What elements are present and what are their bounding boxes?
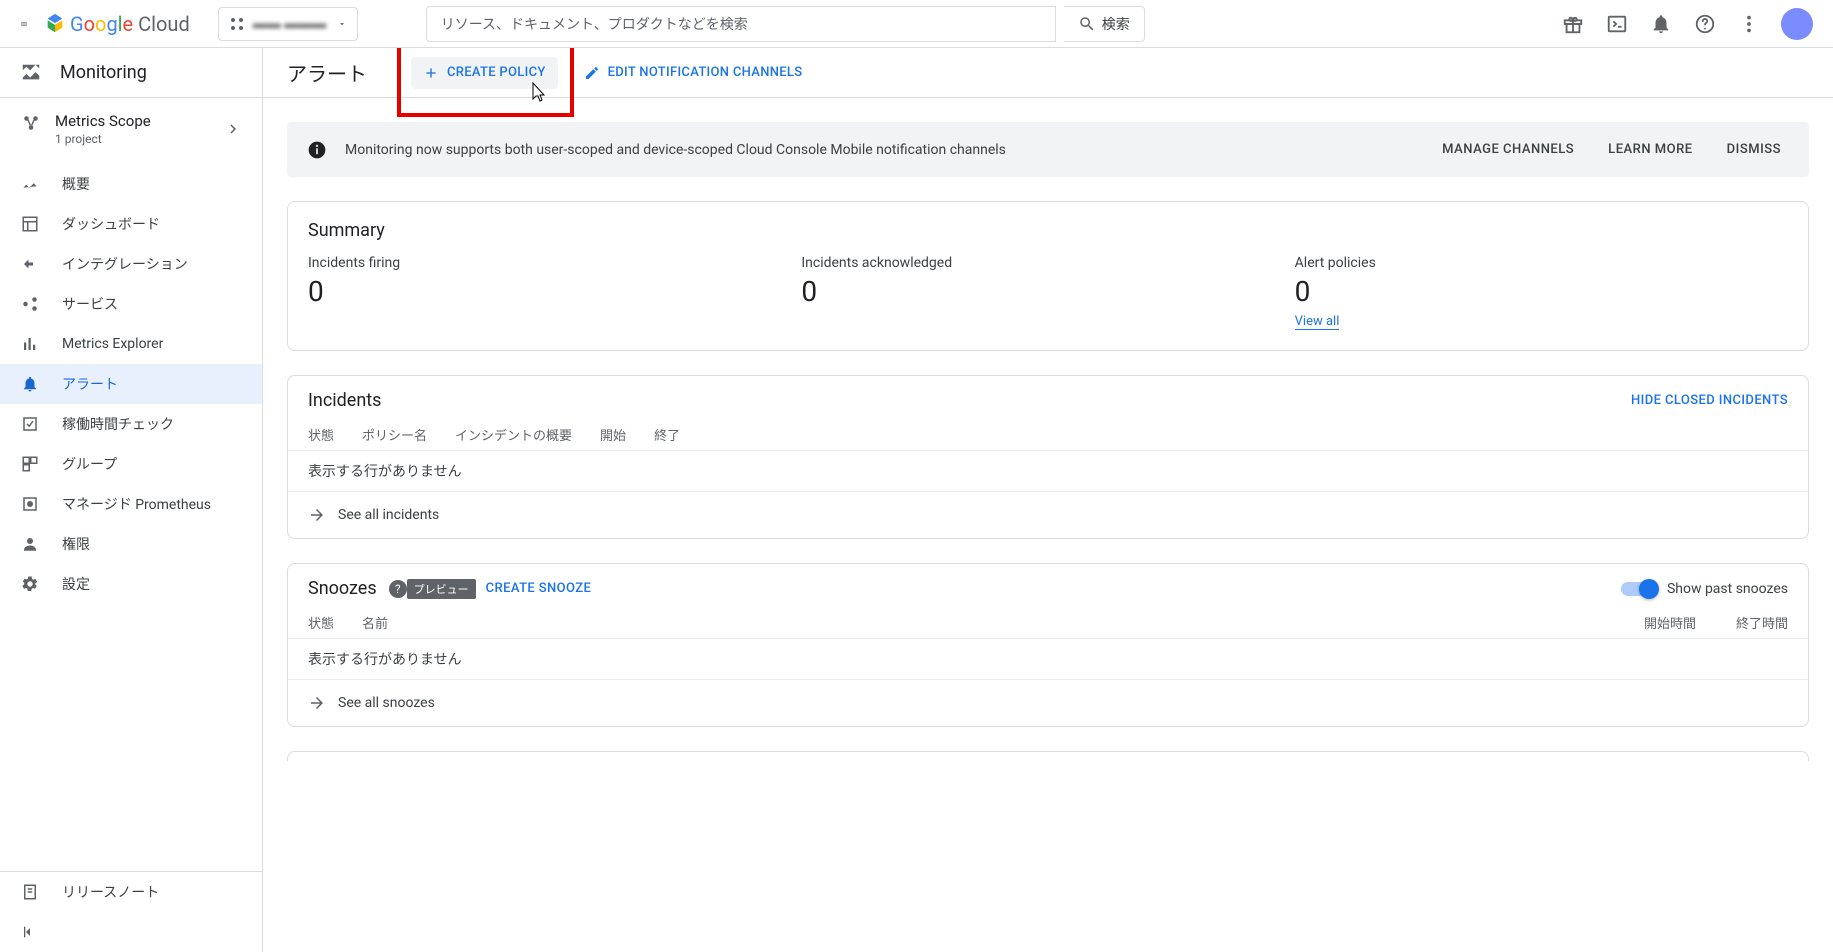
incidents-empty: 表示する行がありません xyxy=(288,451,1808,491)
incidents-card: Incidents HIDE CLOSED INCIDENTS 状態 ポリシー名… xyxy=(287,375,1809,539)
summary-title: Summary xyxy=(288,202,1808,245)
sidebar-item-permissions[interactable]: 権限 xyxy=(0,524,262,564)
services-icon xyxy=(20,295,40,313)
notes-icon xyxy=(20,883,40,901)
page-title: アラート xyxy=(287,58,367,87)
sidebar-item-alerts[interactable]: アラート xyxy=(0,364,262,404)
gift-icon[interactable] xyxy=(1561,12,1585,36)
partial-card xyxy=(287,751,1809,761)
learn-more-link[interactable]: LEARN MORE xyxy=(1600,136,1700,163)
scope-subtitle: 1 project xyxy=(55,132,151,146)
info-icon xyxy=(307,140,327,160)
manage-channels-link[interactable]: MANAGE CHANNELS xyxy=(1434,136,1582,163)
sidebar-item-uptime[interactable]: 稼働時間チェック xyxy=(0,404,262,444)
product-title: Monitoring xyxy=(0,48,262,98)
bell-icon[interactable] xyxy=(1649,12,1673,36)
see-all-incidents[interactable]: See all incidents xyxy=(288,491,1808,538)
search-placeholder: リソース、ドキュメント、プロダクトなどを検索 xyxy=(441,14,748,34)
more-icon[interactable] xyxy=(1737,12,1761,36)
sidebar-item-services[interactable]: サービス xyxy=(0,284,262,324)
incidents-columns: 状態 ポリシー名 インシデントの概要 開始 終了 xyxy=(288,415,1808,451)
sidebar-item-dashboard[interactable]: ダッシュボード xyxy=(0,204,262,244)
prometheus-icon xyxy=(20,495,40,513)
bell-icon xyxy=(20,375,40,393)
edit-channels-button[interactable]: EDIT NOTIFICATION CHANNELS xyxy=(572,57,815,89)
show-past-toggle[interactable] xyxy=(1621,582,1657,596)
create-snooze-button[interactable]: CREATE SNOOZE xyxy=(486,581,592,596)
summary-card: Summary Incidents firing 0 Incidents ack… xyxy=(287,201,1809,351)
snoozes-card: Snoozes ? プレビュー CREATE SNOOZE Show past … xyxy=(287,563,1809,727)
sidebar: Monitoring Metrics Scope 1 project 概要 ダッ… xyxy=(0,48,263,952)
view-all-link[interactable]: View all xyxy=(1295,314,1340,330)
dashboard-icon xyxy=(20,215,40,233)
sidebar-item-release-notes[interactable]: リリースノート xyxy=(0,872,262,912)
preview-badge: プレビュー xyxy=(407,579,476,599)
gear-icon xyxy=(20,575,40,593)
person-icon xyxy=(20,535,40,553)
help-icon[interactable] xyxy=(1693,12,1717,36)
content-header: アラート CREATE POLICY EDIT NOTIFICATION CHA… xyxy=(263,48,1833,98)
top-header: Google Cloud ▬▬ ▬▬▬ リソース、ドキュメント、プロダクトなどを… xyxy=(0,0,1833,48)
search-button[interactable]: 検索 xyxy=(1064,6,1145,42)
help-icon[interactable]: ? xyxy=(389,580,407,598)
sidebar-item-overview[interactable]: 概要 xyxy=(0,164,262,204)
cloud-shell-icon[interactable] xyxy=(1605,12,1629,36)
avatar[interactable] xyxy=(1781,8,1813,40)
metrics-scope[interactable]: Metrics Scope 1 project xyxy=(0,98,262,160)
bar-chart-icon xyxy=(20,335,40,353)
info-banner: Monitoring now supports both user-scoped… xyxy=(287,122,1809,177)
incidents-title: Incidents xyxy=(308,390,381,411)
dismiss-button[interactable]: DISMISS xyxy=(1719,136,1789,163)
sidebar-item-settings[interactable]: 設定 xyxy=(0,564,262,604)
sidebar-item-prometheus[interactable]: マネージド Prometheus xyxy=(0,484,262,524)
sidebar-item-integration[interactable]: インテグレーション xyxy=(0,244,262,284)
content: アラート CREATE POLICY EDIT NOTIFICATION CHA… xyxy=(263,48,1833,952)
create-policy-button[interactable]: CREATE POLICY xyxy=(411,57,558,89)
sidebar-item-metrics-explorer[interactable]: Metrics Explorer xyxy=(0,324,262,364)
menu-icon[interactable] xyxy=(12,12,36,36)
incidents-firing: Incidents firing 0 xyxy=(308,245,801,330)
alert-policies: Alert policies 0 View all xyxy=(1295,245,1788,330)
header-icons xyxy=(1561,8,1813,40)
integration-icon xyxy=(20,255,40,273)
show-past-label: Show past snoozes xyxy=(1667,581,1788,597)
see-all-snoozes[interactable]: See all snoozes xyxy=(288,679,1808,726)
collapse-sidebar[interactable] xyxy=(0,912,262,952)
chart-icon xyxy=(20,175,40,193)
snoozes-title: Snoozes xyxy=(308,578,377,599)
snoozes-empty: 表示する行がありません xyxy=(288,639,1808,679)
search-label: 検索 xyxy=(1102,14,1130,34)
logo[interactable]: Google Cloud xyxy=(44,12,190,36)
project-selector[interactable]: ▬▬ ▬▬▬ xyxy=(218,7,358,41)
incidents-acknowledged: Incidents acknowledged 0 xyxy=(801,245,1294,330)
sidebar-item-groups[interactable]: グループ xyxy=(0,444,262,484)
banner-text: Monitoring now supports both user-scoped… xyxy=(345,142,1416,158)
search-input[interactable]: リソース、ドキュメント、プロダクトなどを検索 xyxy=(426,6,1056,42)
scope-title: Metrics Scope xyxy=(55,112,151,130)
group-icon xyxy=(20,455,40,473)
snoozes-columns: 状態 名前 開始時間 終了時間 xyxy=(288,603,1808,639)
hide-closed-button[interactable]: HIDE CLOSED INCIDENTS xyxy=(1631,393,1788,408)
uptime-icon xyxy=(20,415,40,433)
